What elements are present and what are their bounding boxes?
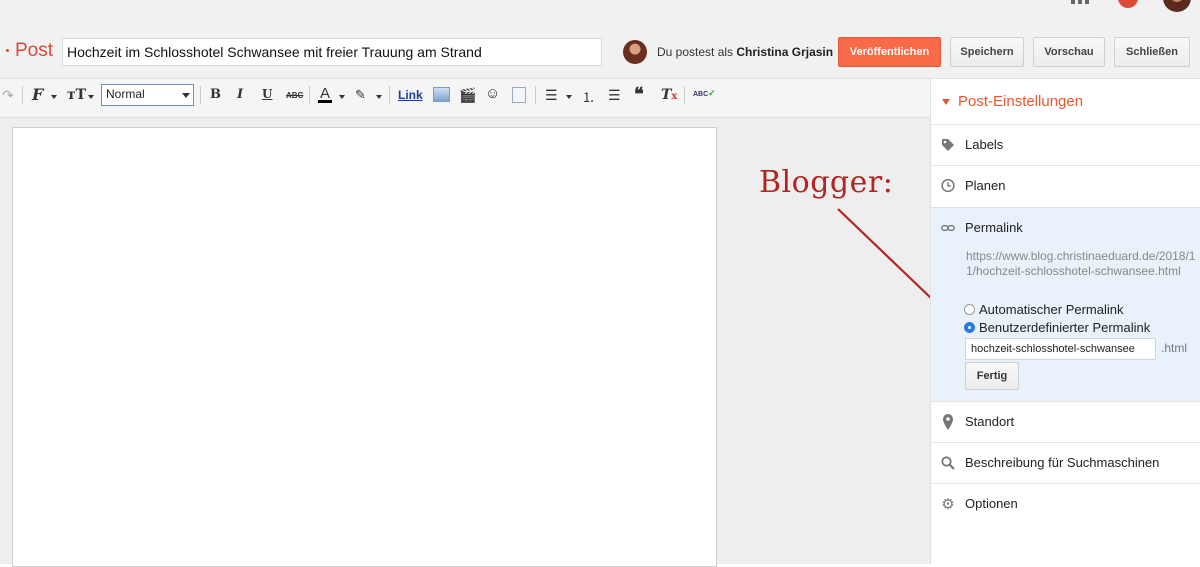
format-select[interactable]: Normal bbox=[101, 84, 194, 106]
auto-permalink-option[interactable]: Automatischer Permalink bbox=[964, 302, 1124, 317]
auto-permalink-radio[interactable] bbox=[964, 304, 975, 315]
bullet-icon bbox=[6, 49, 9, 52]
custom-permalink-label: Benutzerdefinierter Permalink bbox=[979, 320, 1151, 335]
schedule-label: Planen bbox=[965, 178, 1006, 193]
gear-icon: ⚙ bbox=[941, 495, 955, 513]
clear-formatting-icon[interactable]: Tx bbox=[661, 87, 677, 103]
chevron-down-icon[interactable] bbox=[339, 95, 345, 99]
sidebar-item-location[interactable]: Standort bbox=[931, 401, 1200, 441]
insert-video-icon[interactable]: 🎬 bbox=[459, 87, 476, 104]
user-avatar bbox=[623, 40, 647, 64]
toolbar-divider bbox=[309, 86, 310, 104]
chevron-down-icon[interactable] bbox=[376, 95, 382, 99]
posting-as-name: Christina Grjasin bbox=[736, 45, 834, 59]
align-icon[interactable]: ☰ bbox=[545, 87, 558, 104]
post-settings-title: Post-Einstellungen bbox=[958, 93, 1084, 110]
emoji-icon[interactable]: ☺ bbox=[485, 85, 500, 102]
permalink-label: Permalink bbox=[965, 220, 1023, 235]
link-icon bbox=[941, 221, 955, 235]
tag-icon bbox=[941, 138, 955, 152]
highlight-icon[interactable]: ✎ bbox=[355, 87, 366, 103]
toolbar-divider bbox=[684, 86, 685, 104]
chevron-down-icon[interactable] bbox=[88, 95, 94, 99]
sidebar-item-labels[interactable]: Labels bbox=[931, 124, 1200, 164]
permalink-url: https://www.blog.christinaeduard.de/2018… bbox=[966, 249, 1196, 278]
bulleted-list-icon[interactable]: ☰ bbox=[608, 87, 621, 104]
html-extension: .html bbox=[1161, 341, 1188, 355]
toolbar-divider bbox=[22, 86, 23, 104]
spellcheck-label: ABC bbox=[693, 91, 709, 98]
custom-permalink-option[interactable]: Benutzerdefinierter Permalink bbox=[964, 320, 1150, 335]
toolbar-divider bbox=[389, 86, 390, 104]
post-label: Post bbox=[15, 40, 54, 61]
sidebar-item-search-description[interactable]: Beschreibung für Suchmaschinen bbox=[931, 442, 1200, 482]
chevron-down-icon[interactable] bbox=[51, 95, 57, 99]
auto-permalink-label: Automatischer Permalink bbox=[979, 302, 1124, 317]
underline-button[interactable]: U bbox=[262, 87, 272, 101]
redo-icon[interactable]: ↷ bbox=[2, 87, 14, 104]
location-label: Standort bbox=[965, 414, 1015, 429]
numbered-list-icon[interactable]: ⒈ bbox=[582, 87, 595, 106]
posting-as-prefix: Du postest als bbox=[657, 45, 734, 59]
quote-icon[interactable]: ❝ bbox=[634, 84, 644, 105]
done-button[interactable]: Fertig bbox=[965, 362, 1019, 390]
insert-image-icon[interactable] bbox=[433, 87, 450, 102]
clock-icon bbox=[941, 178, 955, 193]
triangle-down-icon bbox=[942, 98, 950, 105]
posting-as-text: Du postest als Christina Grjasin bbox=[657, 45, 833, 59]
preview-button[interactable]: Vorschau bbox=[1033, 37, 1105, 67]
jump-break-icon[interactable] bbox=[512, 87, 526, 103]
labels-label: Labels bbox=[965, 137, 1004, 152]
close-button[interactable]: Schließen bbox=[1114, 37, 1190, 67]
editor-canvas[interactable] bbox=[12, 127, 717, 567]
italic-button[interactable]: I bbox=[237, 87, 243, 102]
options-label: Optionen bbox=[965, 496, 1018, 511]
strikethrough-button[interactable]: ABC bbox=[286, 91, 303, 100]
apps-grid-icon[interactable] bbox=[1071, 0, 1089, 6]
top-bar bbox=[0, 0, 1200, 28]
save-button[interactable]: Speichern bbox=[950, 37, 1024, 67]
chevron-down-icon bbox=[182, 93, 190, 98]
permalink-slug-input[interactable] bbox=[965, 338, 1156, 360]
sidebar-item-schedule[interactable]: Planen bbox=[931, 165, 1200, 205]
sidebar-item-options[interactable]: ⚙ Optionen bbox=[931, 483, 1200, 523]
annotation-label: Blogger: bbox=[759, 165, 894, 200]
toolbar-divider bbox=[200, 86, 201, 104]
post-title-input[interactable] bbox=[62, 38, 602, 66]
location-pin-icon bbox=[941, 413, 955, 430]
font-size-icon[interactable]: тT bbox=[67, 87, 86, 103]
custom-permalink-radio[interactable] bbox=[964, 322, 975, 333]
font-family-icon[interactable]: F bbox=[32, 85, 43, 104]
format-select-value: Normal bbox=[106, 87, 145, 101]
post-settings-heading[interactable]: Post-Einstellungen bbox=[942, 93, 1083, 110]
link-button[interactable]: Link bbox=[398, 88, 423, 102]
text-color-button[interactable]: A bbox=[318, 86, 333, 103]
spellcheck-button[interactable]: ABC✓ bbox=[693, 88, 716, 99]
search-icon bbox=[941, 455, 955, 470]
publish-button[interactable]: Veröffentlichen bbox=[838, 37, 941, 67]
sidebar-item-permalink[interactable]: Permalink bbox=[941, 220, 1023, 235]
chevron-down-icon[interactable] bbox=[566, 95, 572, 99]
toolbar-divider bbox=[535, 86, 536, 104]
search-description-label: Beschreibung für Suchmaschinen bbox=[965, 455, 1160, 470]
bold-button[interactable]: B bbox=[210, 87, 221, 102]
